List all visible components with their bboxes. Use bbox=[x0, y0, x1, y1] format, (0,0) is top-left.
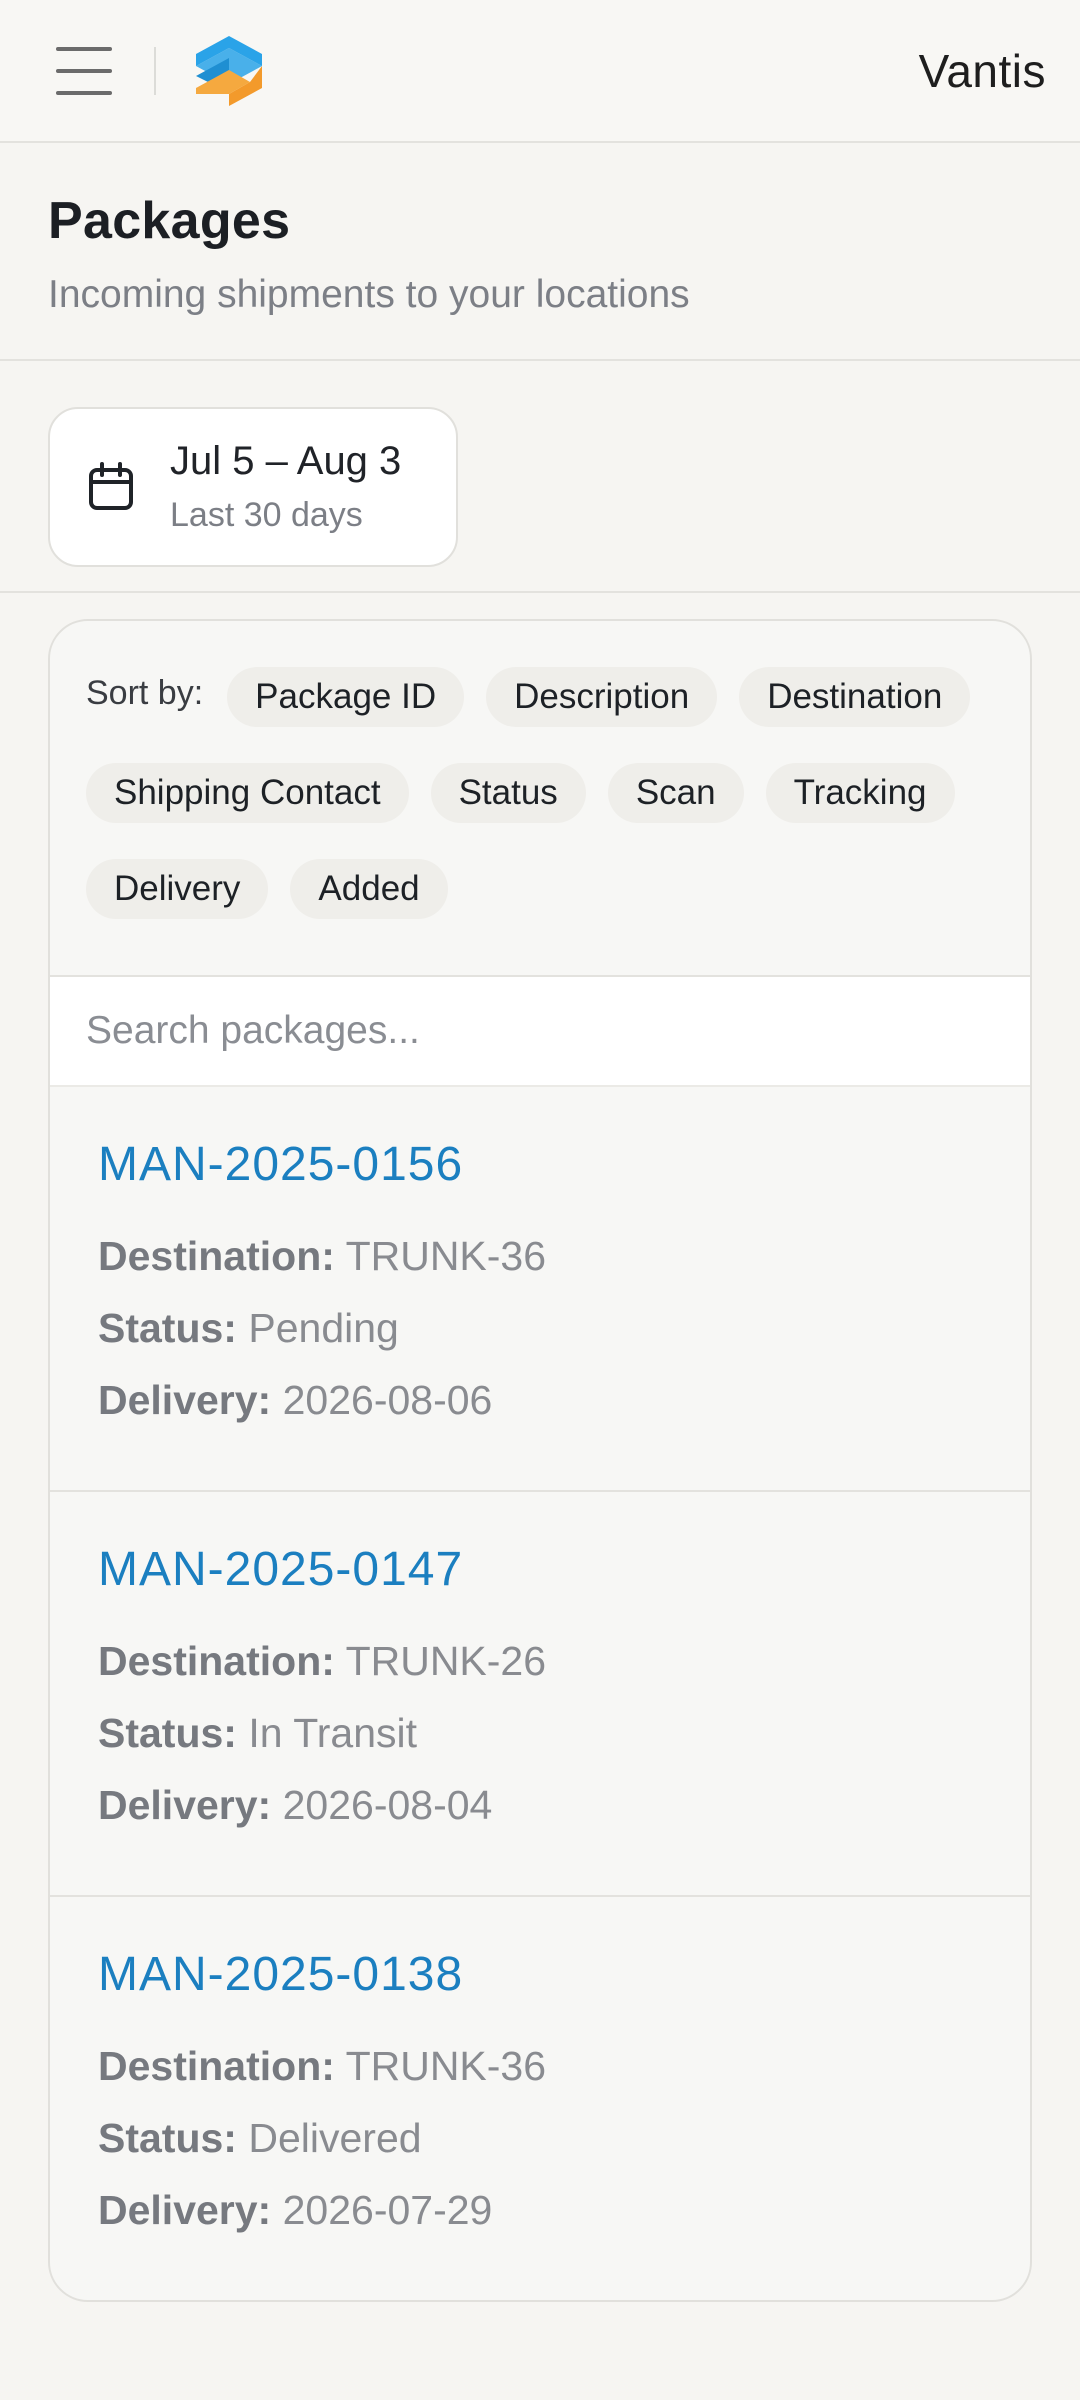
destination-label: Destination: bbox=[98, 2043, 335, 2089]
package-delivery: Delivery: 2026-08-06 bbox=[98, 1364, 982, 1436]
package-destination: Destination: TRUNK-36 bbox=[98, 1220, 982, 1292]
status-label: Status: bbox=[98, 2115, 237, 2161]
sort-chip-description[interactable]: Description bbox=[486, 667, 718, 727]
header-divider bbox=[154, 46, 156, 95]
delivery-label: Delivery: bbox=[98, 1377, 272, 1423]
sort-bar: Sort by: Package ID Description Destinat… bbox=[50, 621, 1030, 975]
delivery-value: 2026-08-06 bbox=[282, 1377, 493, 1423]
page-subtitle: Incoming shipments to your locations bbox=[48, 273, 690, 316]
package-id-link[interactable]: MAN-2025-0156 bbox=[98, 1137, 463, 1192]
search-row bbox=[50, 975, 1030, 1087]
package-destination: Destination: TRUNK-26 bbox=[98, 1625, 982, 1697]
menu-icon[interactable] bbox=[56, 46, 112, 95]
package-item[interactable]: MAN-2025-0156 Destination: TRUNK-36 Stat… bbox=[50, 1087, 1030, 1490]
destination-label: Destination: bbox=[98, 1638, 335, 1684]
page-title: Packages bbox=[48, 192, 291, 250]
brand-name: Vantis bbox=[918, 44, 1046, 97]
delivery-label: Delivery: bbox=[98, 1782, 272, 1828]
sort-chip-destination[interactable]: Destination bbox=[739, 667, 971, 727]
page-header: Packages Incoming shipments to your loca… bbox=[0, 143, 1080, 361]
package-list: MAN-2025-0156 Destination: TRUNK-36 Stat… bbox=[50, 1087, 1030, 2300]
package-delivery: Delivery: 2026-07-29 bbox=[98, 2174, 982, 2246]
package-id-link[interactable]: MAN-2025-0147 bbox=[98, 1542, 463, 1597]
vantis-logo[interactable] bbox=[196, 35, 262, 106]
sort-chip-delivery[interactable]: Delivery bbox=[86, 859, 269, 919]
date-range-button[interactable]: Jul 5 – Aug 3 Last 30 days bbox=[48, 407, 458, 567]
packages-card: Sort by: Package ID Description Destinat… bbox=[48, 619, 1032, 2302]
package-id-link[interactable]: MAN-2025-0138 bbox=[98, 1947, 463, 2002]
sort-chip-status[interactable]: Status bbox=[430, 763, 586, 823]
package-destination: Destination: TRUNK-36 bbox=[98, 2030, 982, 2102]
sort-chip-added[interactable]: Added bbox=[290, 859, 448, 919]
date-range-label: Last 30 days bbox=[170, 496, 363, 534]
status-label: Status: bbox=[98, 1710, 237, 1756]
date-range-value: Jul 5 – Aug 3 bbox=[170, 439, 402, 483]
package-item[interactable]: MAN-2025-0138 Destination: TRUNK-36 Stat… bbox=[50, 1895, 1030, 2300]
search-input[interactable] bbox=[50, 977, 1030, 1085]
destination-value: TRUNK-26 bbox=[345, 1638, 547, 1684]
status-value: Delivered bbox=[248, 2115, 422, 2161]
calendar-icon bbox=[89, 462, 133, 510]
status-label: Status: bbox=[98, 1305, 237, 1351]
delivery-value: 2026-07-29 bbox=[282, 2187, 493, 2233]
status-value: In Transit bbox=[248, 1710, 417, 1756]
package-item[interactable]: MAN-2025-0147 Destination: TRUNK-26 Stat… bbox=[50, 1490, 1030, 1895]
top-app-bar: Vantis bbox=[0, 0, 1080, 143]
sort-chip-tracking[interactable]: Tracking bbox=[765, 763, 955, 823]
delivery-value: 2026-08-04 bbox=[282, 1782, 493, 1828]
date-range-section: Jul 5 – Aug 3 Last 30 days bbox=[0, 361, 1080, 593]
date-range-text: Jul 5 – Aug 3 Last 30 days bbox=[170, 439, 401, 535]
destination-value: TRUNK-36 bbox=[345, 1233, 547, 1279]
destination-label: Destination: bbox=[98, 1233, 335, 1279]
destination-value: TRUNK-36 bbox=[345, 2043, 547, 2089]
sort-chip-shipping-contact[interactable]: Shipping Contact bbox=[86, 763, 409, 823]
delivery-label: Delivery: bbox=[98, 2187, 272, 2233]
package-status: Status: Delivered bbox=[98, 2102, 982, 2174]
package-status: Status: Pending bbox=[98, 1292, 982, 1364]
sort-chip-package-id[interactable]: Package ID bbox=[227, 667, 465, 727]
package-delivery: Delivery: 2026-08-04 bbox=[98, 1769, 982, 1841]
package-status: Status: In Transit bbox=[98, 1697, 982, 1769]
status-value: Pending bbox=[248, 1305, 399, 1351]
sort-chip-scan[interactable]: Scan bbox=[607, 763, 744, 823]
sort-label: Sort by: bbox=[86, 674, 204, 712]
